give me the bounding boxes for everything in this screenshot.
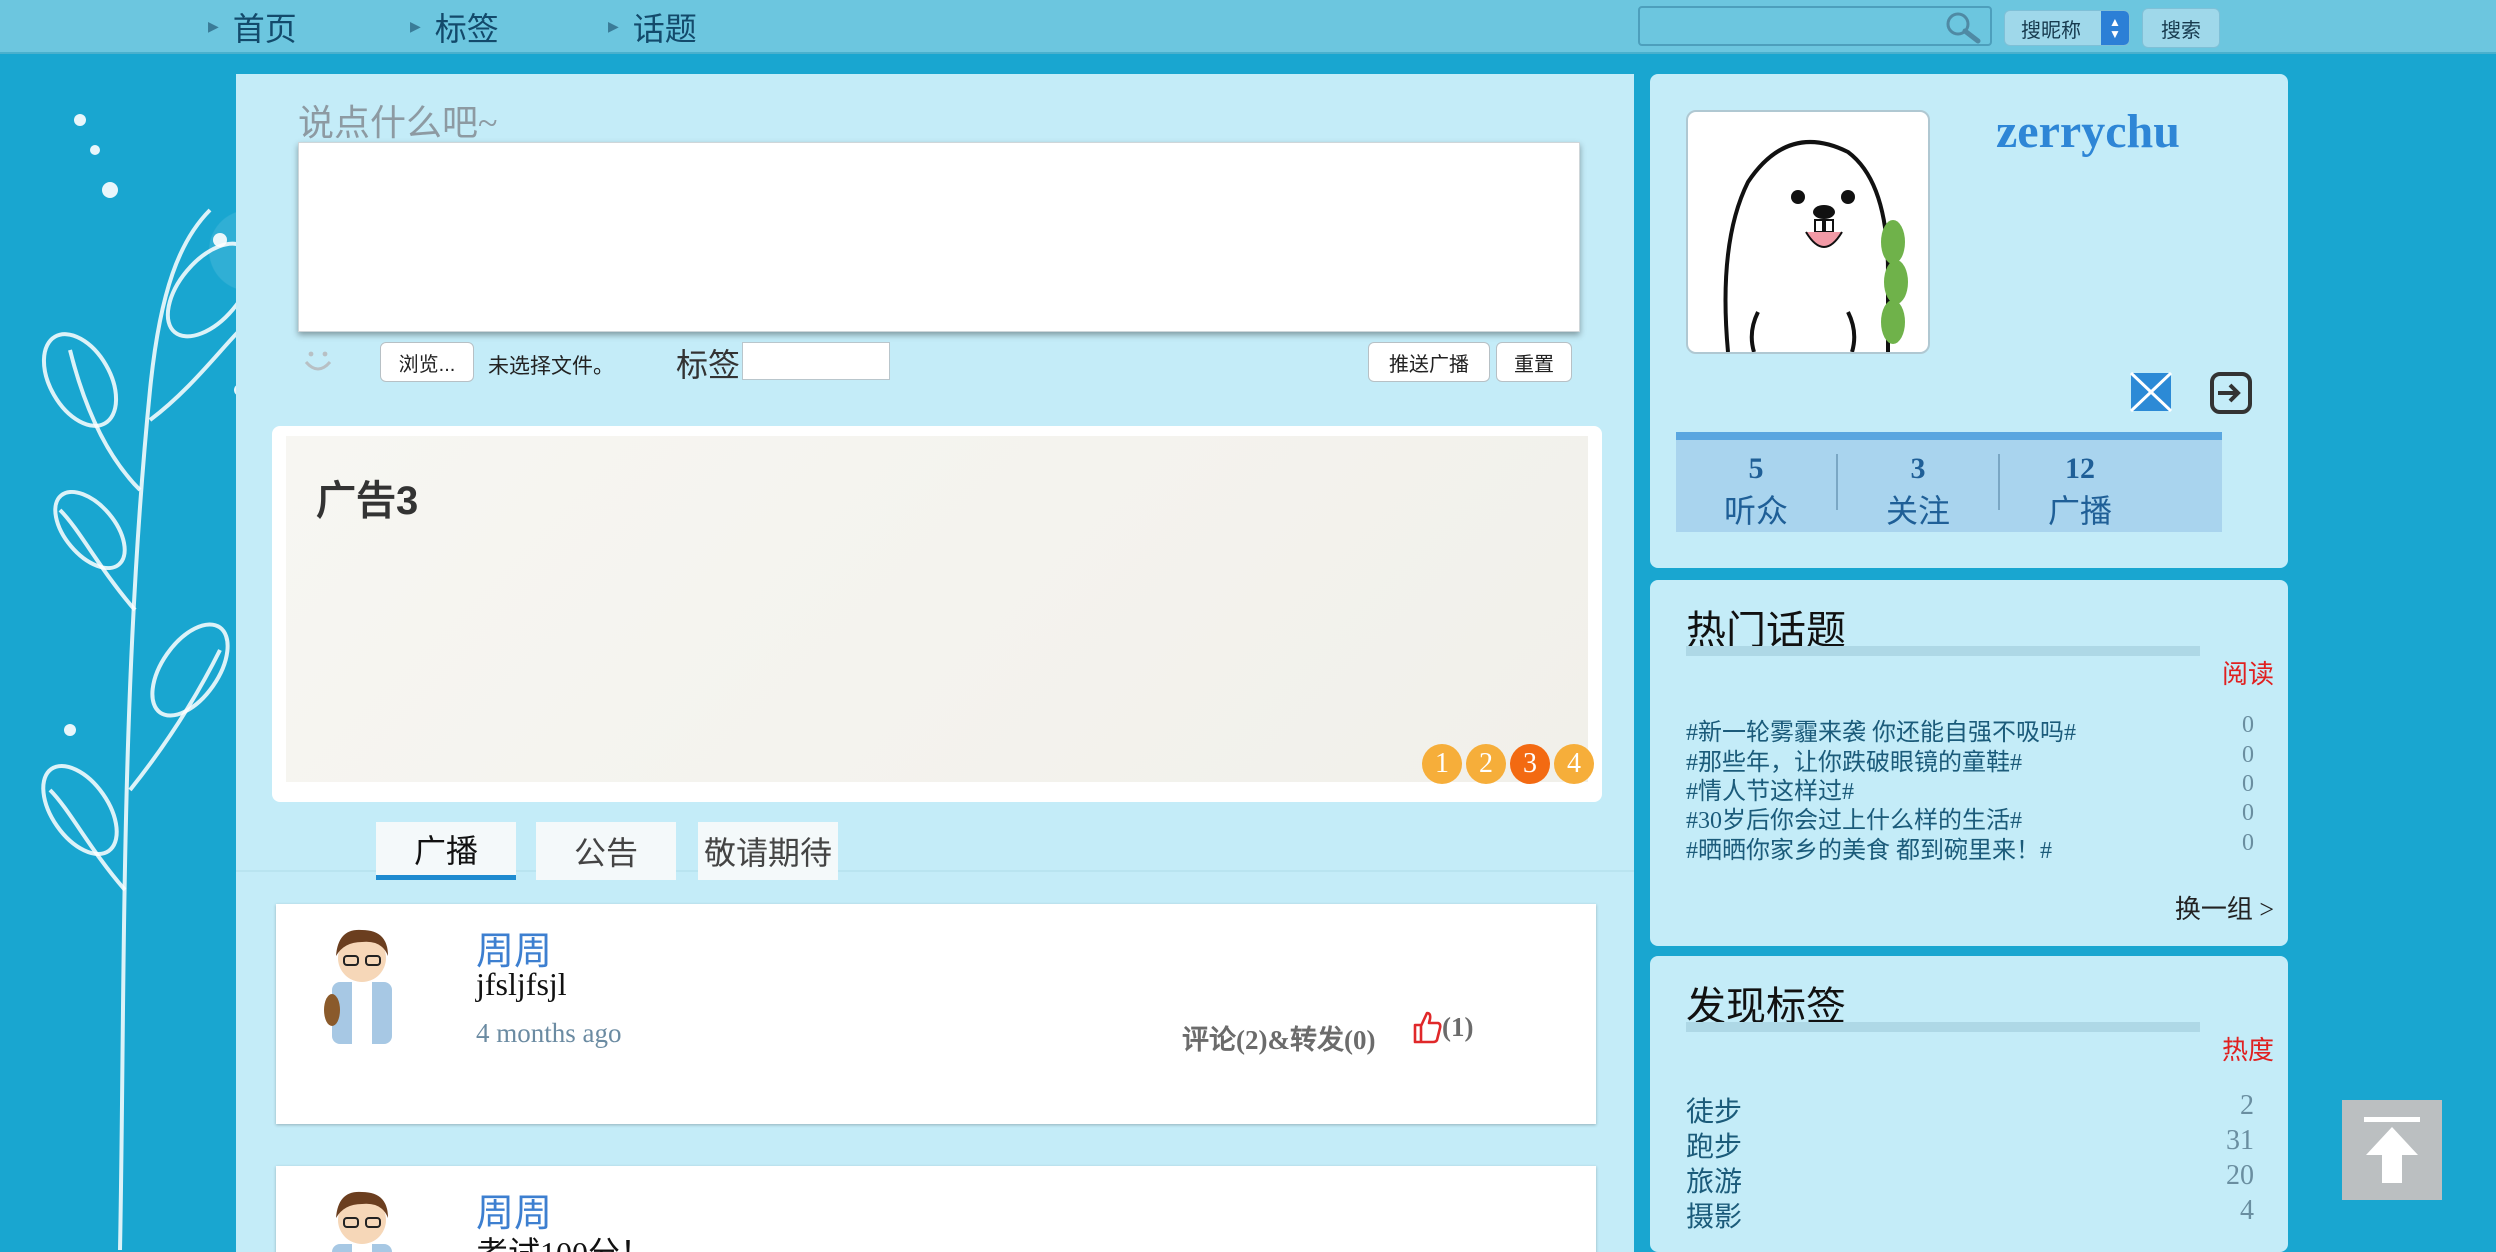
nav-item-label: 首页: [232, 11, 297, 47]
tag-count: 4: [2240, 1195, 2254, 1226]
profile-username[interactable]: zerrychu: [1996, 104, 2180, 159]
like-count: (1): [1442, 1011, 1474, 1042]
thumbs-up-icon: [1413, 1011, 1442, 1044]
stat-label: 关注: [1885, 493, 1950, 529]
logout-icon[interactable]: [2210, 372, 2252, 414]
panel-divider: [1686, 646, 2200, 656]
avatar[interactable]: [322, 922, 402, 1044]
select-arrows-icon: ▲ ▼: [2101, 11, 2129, 45]
nav-item-label: 标签: [434, 11, 499, 47]
carousel-dot-4[interactable]: 4: [1554, 744, 1594, 784]
post-time: 4 months ago: [476, 1018, 622, 1048]
reset-button[interactable]: 重置: [1496, 342, 1572, 382]
avatar[interactable]: [322, 1184, 402, 1252]
carousel-dot-3[interactable]: 3: [1510, 744, 1550, 784]
hot-topics-panel: 热门话题 阅读 #新一轮雾霾来袭 你还能自强不吸吗# 0 #那些年，让你跌破眼镜…: [1650, 580, 2288, 946]
triangle-right-icon: ▶: [410, 19, 421, 35]
stat-broadcasts[interactable]: 12 广播: [2000, 452, 2160, 532]
search-box: [1638, 6, 1992, 46]
tag-count: 2: [2240, 1090, 2254, 1121]
search-type-select[interactable]: 搜昵称 ▲ ▼: [2004, 10, 2130, 46]
tag-label: 标签: [676, 347, 741, 383]
ad-slide[interactable]: 广告3 1 2 3 4: [286, 436, 1594, 784]
carousel-dot-2[interactable]: 2: [1466, 744, 1506, 784]
file-status-text: 未选择文件。: [488, 355, 614, 378]
stat-number: 3: [1910, 452, 1926, 485]
plant-decoration: [41, 114, 250, 1250]
post-content: jfsljfsjl: [476, 966, 567, 1002]
feed-post: 周周 jfsljfsjl 4 months ago 评论(2)&转发(0) (1…: [276, 904, 1596, 1124]
mail-icon[interactable]: [2130, 372, 2172, 412]
discover-tags-panel: 发现标签 热度 徒步 2 跑步 31 旅游 20 摄影 4: [1650, 956, 2288, 1252]
send-broadcast-button[interactable]: 推送广播: [1368, 342, 1490, 382]
stat-number: 5: [1748, 452, 1764, 485]
top-nav-bar: ▶ 首页 ▶ 标签 ▶ 话题 搜昵称 ▲ ▼ 搜索: [0, 0, 2496, 54]
post-content: 考试100分！: [476, 1228, 652, 1252]
profile-avatar[interactable]: [1686, 110, 1930, 354]
main-column: 说点什么吧~ 浏览... 未选择文件。 标签 推送广播 重置 广告3 1 2 3…: [236, 74, 1634, 1252]
search-icon[interactable]: [1938, 10, 1986, 44]
compose-prompt: 说点什么吧~: [298, 103, 498, 143]
profile-card: zerrychu 5 听众 3 关注 12 广播: [1650, 74, 2288, 568]
carousel-dot-1[interactable]: 1: [1422, 744, 1462, 784]
topic-name: #晒晒你家乡的美食 都到碗里来！#: [1686, 838, 2052, 864]
triangle-right-icon: ▶: [608, 19, 619, 35]
search-type-label: 搜昵称: [2021, 19, 2081, 42]
tag-item[interactable]: 摄影 4: [1686, 1195, 2268, 1235]
tag-item[interactable]: 旅游 20: [1686, 1160, 2268, 1200]
panel-divider: [1686, 1022, 2200, 1032]
feed-tab-bar: 广播 公告 敬请期待: [236, 822, 1634, 880]
stat-label: 广播: [2047, 493, 2112, 529]
refresh-topics-link[interactable]: 换一组 >: [2175, 889, 2274, 926]
tag-input[interactable]: [742, 342, 890, 380]
seal-avatar-image: [1723, 140, 1908, 352]
profile-stats: 5 听众 3 关注 12 广播: [1676, 432, 2222, 532]
tab-coming-soon[interactable]: 敬请期待: [698, 822, 838, 880]
tag-count: 20: [2226, 1160, 2254, 1191]
nav-item-tags[interactable]: ▶ 标签: [410, 6, 499, 48]
feed-post: 周周 考试100分！: [276, 1166, 1596, 1252]
topic-item[interactable]: #晒晒你家乡的美食 都到碗里来！# 0: [1686, 830, 2268, 865]
stat-following[interactable]: 3 关注: [1838, 452, 1998, 532]
emoji-icon[interactable]: [300, 342, 336, 378]
browse-file-button[interactable]: 浏览...: [380, 342, 474, 382]
stat-number: 12: [2065, 452, 2095, 485]
arrow-up-icon: [2364, 1117, 2420, 1183]
search-button[interactable]: 搜索: [2142, 8, 2220, 48]
topic-count: 0: [2242, 830, 2254, 856]
nav-item-topics[interactable]: ▶ 话题: [608, 6, 697, 48]
compose-textarea[interactable]: [298, 142, 1580, 332]
tag-name: 旅游: [1686, 1167, 1743, 1198]
stat-followers[interactable]: 5 听众: [1676, 452, 1836, 532]
triangle-right-icon: ▶: [208, 19, 219, 35]
tab-announcement[interactable]: 公告: [536, 822, 676, 880]
sort-by-heat[interactable]: 热度: [2222, 1030, 2274, 1067]
like-button[interactable]: (1): [1412, 1010, 1473, 1044]
search-input[interactable]: [1646, 10, 1936, 42]
ad-title: 广告3: [316, 479, 419, 523]
tag-count: 31: [2226, 1125, 2254, 1156]
tag-name: 跑步: [1686, 1132, 1743, 1163]
back-to-top-button[interactable]: [2342, 1100, 2442, 1200]
tag-item[interactable]: 徒步 2: [1686, 1090, 2268, 1130]
ad-carousel: 广告3 1 2 3 4: [272, 426, 1602, 802]
nav-item-home[interactable]: ▶ 首页: [208, 6, 297, 48]
tab-broadcast[interactable]: 广播: [376, 822, 516, 880]
tag-name: 徒步: [1686, 1097, 1743, 1128]
stat-label: 听众: [1723, 493, 1788, 529]
comment-repost-link[interactable]: 评论(2)&转发(0): [1182, 1018, 1375, 1057]
tag-name: 摄影: [1686, 1202, 1743, 1233]
sort-by-reads[interactable]: 阅读: [2222, 654, 2274, 691]
nav-item-label: 话题: [632, 11, 697, 47]
tag-item[interactable]: 跑步 31: [1686, 1125, 2268, 1165]
